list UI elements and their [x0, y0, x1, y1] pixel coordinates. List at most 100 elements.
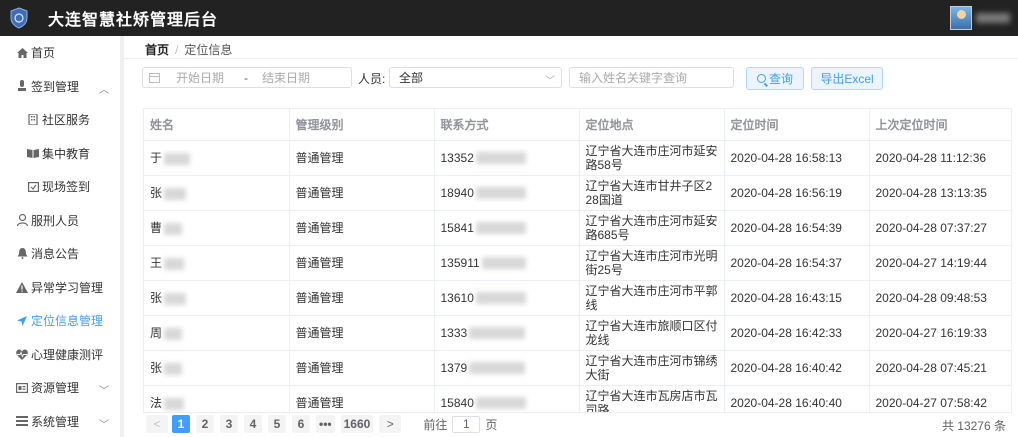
- person-select[interactable]: 全部 ﹀: [389, 67, 562, 88]
- system-icon: [15, 416, 29, 427]
- date-range-picker[interactable]: 开始日期 - 结束日期: [142, 67, 352, 88]
- sidebar-item-location[interactable]: 定位信息管理: [0, 304, 123, 338]
- cell-phone: 13352: [434, 140, 580, 176]
- page-button[interactable]: 1: [172, 415, 190, 433]
- cell-level-text: 普通管理: [295, 256, 344, 270]
- page-button[interactable]: 5: [268, 415, 286, 433]
- user-menu[interactable]: [948, 0, 1018, 36]
- cell-name: 张: [144, 280, 290, 316]
- sidebar-item-sign-in[interactable]: 签到管理 ︿: [0, 70, 123, 104]
- column-header-phone[interactable]: 联系方式: [434, 109, 580, 141]
- redacted-blur: [164, 187, 187, 200]
- column-header-level[interactable]: 管理级别: [289, 109, 435, 141]
- cell-address: 辽宁省大连市庄河市锦绣大街: [579, 350, 725, 386]
- table-row[interactable]: 张 普通管理 1379 辽宁省大连市庄河市锦绣大街 2020-04-28 16:40:4…: [144, 350, 1011, 386]
- home-icon: [15, 47, 29, 58]
- breadcrumb-home[interactable]: 首页: [145, 41, 169, 58]
- column-header-time[interactable]: 定位时间: [724, 109, 870, 141]
- more-pages-button[interactable]: •••: [316, 415, 335, 433]
- sidebar-item-community-service[interactable]: 社区服务: [0, 103, 123, 137]
- cell-address-text: 辽宁省大连市庄河市延安路685号: [585, 213, 718, 242]
- page-button[interactable]: 3: [220, 415, 238, 433]
- redacted-blur: [164, 257, 185, 270]
- page-button[interactable]: 2: [196, 415, 214, 433]
- cell-level-text: 普通管理: [295, 361, 344, 375]
- table-row[interactable]: 曹 普通管理 15841 辽宁省大连市庄河市延安路685号 2020-04-28 16:…: [144, 210, 1011, 246]
- cell-time-text: 2020-04-28 16:56:19: [730, 185, 842, 200]
- table-row[interactable]: 张 普通管理 13610 辽宁省大连市庄河市平郭线 2020-04-28 16:43:1…: [144, 280, 1011, 316]
- table-row[interactable]: 王 普通管理 135911 辽宁省大连市庄河市光明街25号 2020-04-28 16:…: [144, 245, 1011, 281]
- person-label: 人员:: [358, 72, 386, 86]
- cell-phone: 15840: [434, 385, 580, 412]
- calendar-check-icon: [26, 181, 40, 193]
- query-button-label: 查询: [768, 72, 793, 86]
- avatar[interactable]: [950, 6, 972, 30]
- page-button[interactable]: 4: [244, 415, 262, 433]
- sign-in-icon: [15, 80, 29, 92]
- page-button[interactable]: 6: [292, 415, 310, 433]
- column-header-address[interactable]: 定位地点: [579, 109, 725, 141]
- cell-last-time-text: 2020-04-28 11:12:36: [875, 150, 987, 165]
- cell-level: 普通管理: [289, 175, 435, 211]
- table-row[interactable]: 于 普通管理 13352 辽宁省大连市庄河市延安路58号 2020-04-28 16:5…: [144, 140, 1011, 176]
- name-search-input[interactable]: 输入姓名关键字查询: [569, 67, 734, 88]
- goto-page-input[interactable]: 1: [452, 415, 481, 433]
- cell-address: 辽宁省大连市庄河市延安路685号: [579, 210, 725, 246]
- redacted-blur: [475, 222, 526, 235]
- cell-name: 王: [144, 245, 290, 281]
- table-row[interactable]: 法 普通管理 15840 辽宁省大连市瓦房店市瓦司路 2020-04-28 16:40:…: [144, 385, 1011, 412]
- column-header-name[interactable]: 姓名: [144, 109, 290, 141]
- cell-phone: 1379: [434, 350, 580, 386]
- cell-last-time-text: 2020-04-28 13:13:35: [875, 185, 987, 200]
- redacted-blur: [481, 257, 526, 270]
- sidebar-scrollbar[interactable]: [120, 36, 124, 437]
- sidebar-item-system[interactable]: 系统管理 ﹀: [0, 405, 123, 437]
- redacted-blur: [164, 397, 185, 410]
- redacted-blur: [164, 292, 187, 305]
- cell-name-text: 张: [150, 361, 163, 375]
- cell-name: 张: [144, 175, 290, 211]
- sidebar-item-resources[interactable]: 资源管理 ﹀: [0, 371, 123, 405]
- heartbeat-icon: [15, 349, 29, 360]
- export-button-label: 导出Excel: [820, 72, 874, 86]
- pagination: < 1 2 3 4 5 6 ••• 1660 > 前往 1 页: [146, 415, 497, 433]
- prev-page-button[interactable]: <: [146, 415, 168, 433]
- query-button[interactable]: 查询: [746, 67, 804, 90]
- start-date-input[interactable]: 开始日期: [176, 69, 224, 86]
- cell-level-text: 普通管理: [295, 291, 344, 305]
- cell-time: 2020-04-28 16:42:33: [724, 315, 870, 351]
- cell-level: 普通管理: [289, 350, 435, 386]
- cell-time-text: 2020-04-28 16:58:13: [730, 150, 842, 165]
- app-title: 大连智慧社矫管理后台: [48, 12, 219, 29]
- cell-level: 普通管理: [289, 280, 435, 316]
- sidebar-item-abnormal-study[interactable]: 异常学习管理: [0, 271, 123, 305]
- table-row[interactable]: 张 普通管理 18940 辽宁省大连市甘井子区228国道 2020-04-28 16:5…: [144, 175, 1011, 211]
- cell-last-time: 2020-04-28 09:48:53: [869, 280, 1011, 316]
- cell-name-text: 张: [150, 186, 163, 200]
- next-page-button[interactable]: >: [379, 415, 402, 433]
- end-date-input[interactable]: 结束日期: [262, 69, 310, 86]
- sidebar-item-home[interactable]: 首页: [0, 36, 123, 70]
- cell-last-time: 2020-04-27 07:58:42: [869, 385, 1011, 412]
- page-button[interactable]: 1660: [340, 415, 374, 433]
- cell-phone: 135911: [434, 245, 580, 281]
- book-icon: [26, 148, 40, 159]
- sidebar-item-onsite-sign-in[interactable]: 现场签到: [0, 170, 123, 204]
- table-row[interactable]: 周 普通管理 1333 辽宁省大连市旅顺口区付龙线 2020-04-28 16:42:3…: [144, 315, 1011, 351]
- cell-time-text: 2020-04-28 16:54:39: [730, 220, 842, 235]
- shield-logo-icon: [8, 6, 30, 30]
- cell-level-text: 普通管理: [295, 221, 344, 235]
- cell-level: 普通管理: [289, 140, 435, 176]
- cell-last-time: 2020-04-27 14:19:44: [869, 245, 1011, 281]
- sidebar-item-notices[interactable]: 消息公告: [0, 237, 123, 271]
- location-table: 姓名 管理级别 联系方式 定位地点 定位时间 上次定位时间 于普通管理 13352…: [143, 108, 1012, 413]
- column-header-last-time[interactable]: 上次定位时间: [869, 109, 1011, 141]
- top-bar: 大连智慧社矫管理后台: [0, 0, 1018, 36]
- sidebar-item-inmates[interactable]: 服刑人员: [0, 204, 123, 238]
- sidebar-item-mental-health[interactable]: 心理健康测评: [0, 338, 123, 372]
- cell-last-time-text: 2020-04-28 07:37:27: [875, 220, 987, 235]
- export-excel-button[interactable]: 导出Excel: [811, 67, 883, 90]
- cell-last-time: 2020-04-28 07:37:27: [869, 210, 1011, 246]
- cell-address-text: 辽宁省大连市旅顺口区付龙线: [585, 318, 718, 347]
- sidebar-item-education[interactable]: 集中教育: [0, 137, 123, 171]
